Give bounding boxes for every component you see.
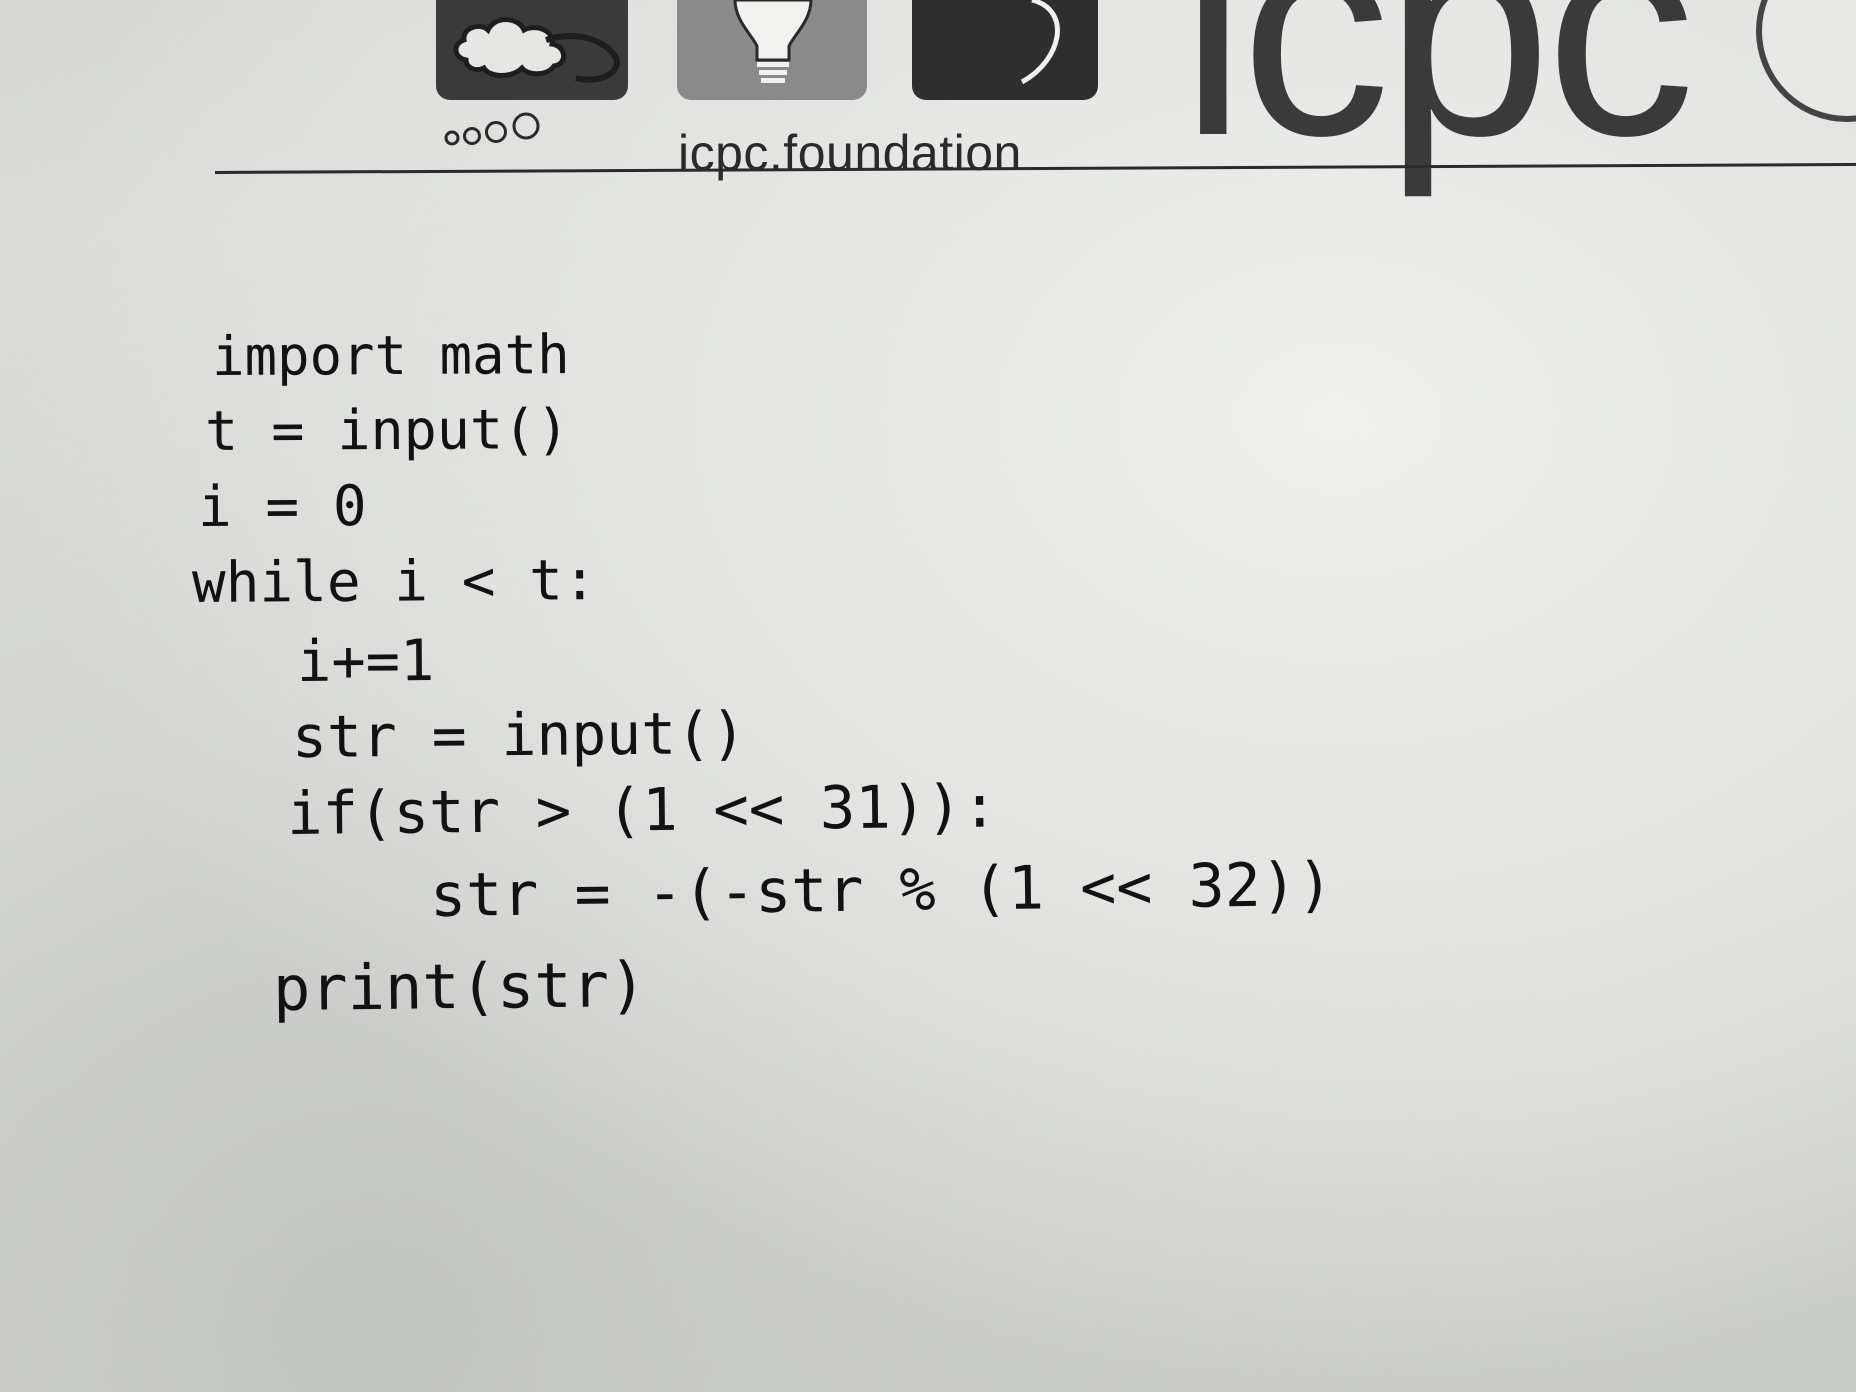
code-line-5: i+=1: [296, 628, 435, 695]
code-line-4: while i < t:: [191, 548, 597, 616]
code-line-8: str = -(-str % (1 << 32)): [429, 849, 1334, 931]
code-line-1: import math: [211, 323, 570, 388]
code-line-7: if(str > (1 << 31)):: [286, 771, 998, 848]
code-line-2: t = input(): [204, 397, 570, 463]
code-listing: import math t = input() i = 0 while i < …: [0, 0, 1856, 1392]
code-line-9: print(str): [272, 948, 647, 1025]
code-line-6: str = input(): [291, 699, 747, 771]
code-line-3: i = 0: [197, 474, 367, 540]
